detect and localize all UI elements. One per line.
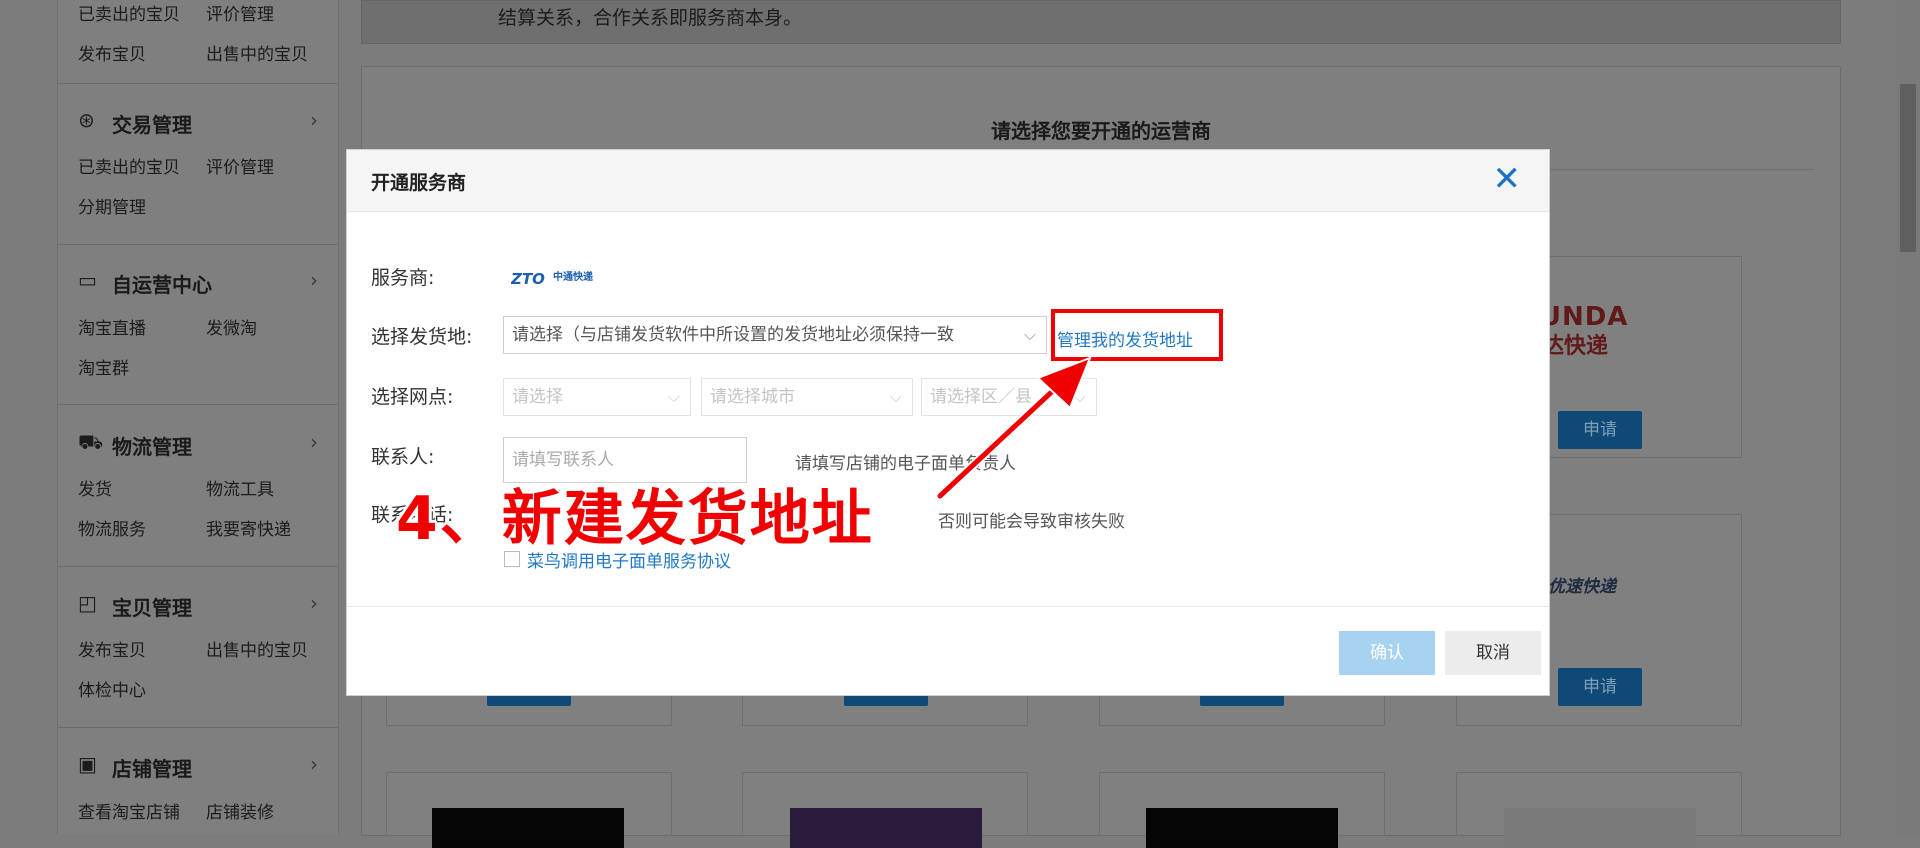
bag-icon: ◰ xyxy=(78,591,97,615)
chevron-right-icon: › xyxy=(310,108,318,132)
sidebar-link[interactable]: 评价管理 xyxy=(206,0,274,25)
chat-bubble-icon: ▭ xyxy=(78,268,97,292)
sidebar-section-title: 自运营中心 xyxy=(112,273,212,297)
sidebar-link[interactable]: 发布宝贝 xyxy=(78,636,146,661)
sidebar-section-title: 交易管理 xyxy=(112,113,192,137)
yousu-logo: 优速快递 xyxy=(1548,577,1616,597)
yen-circle-icon: ⊛ xyxy=(78,108,95,132)
sidebar-link[interactable]: 出售中的宝贝 xyxy=(206,636,308,661)
sidebar-divider xyxy=(58,244,338,245)
ship-from-select-value: 请选择（与店铺发货软件中所设置的发货地址必须保持一致 xyxy=(512,325,954,345)
close-icon[interactable]: ✕ xyxy=(1493,160,1522,198)
panel-title: 请选择您要开通的运营商 xyxy=(991,119,1211,143)
sidebar: 已卖出的宝贝 评价管理 发布宝贝 出售中的宝贝 ⊛ 交易管理 › 已卖出的宝贝 … xyxy=(57,0,339,834)
sidebar-section-logistics[interactable]: ⛟ 物流管理 › xyxy=(78,430,318,459)
carrier-logo xyxy=(1504,808,1696,848)
scrollbar[interactable] xyxy=(1896,0,1920,834)
phone-hint: 否则可能会导致审核失败 xyxy=(938,512,1125,532)
manage-address-link[interactable]: 管理我的发货地址 xyxy=(1057,326,1193,351)
cancel-button[interactable]: 取消 xyxy=(1445,631,1541,675)
apply-button[interactable]: 申请 xyxy=(1558,411,1642,449)
city-select[interactable]: 请选择城市 ⌵ xyxy=(701,378,913,416)
sidebar-section-title: 店铺管理 xyxy=(112,757,192,781)
sidebar-section-self-operation[interactable]: ▭ 自运营中心 › xyxy=(78,268,318,297)
sidebar-link[interactable]: 已卖出的宝贝 xyxy=(78,0,180,25)
chevron-right-icon: › xyxy=(310,752,318,776)
chevron-down-icon: ⌵ xyxy=(1023,325,1036,344)
chevron-down-icon: ⌵ xyxy=(667,387,680,406)
sidebar-link[interactable]: 出售中的宝贝 xyxy=(206,40,308,65)
chevron-down-icon: ⌵ xyxy=(889,387,902,406)
dialog-footer-divider xyxy=(347,606,1549,607)
annotation-arrow-icon xyxy=(935,356,1092,501)
sidebar-link[interactable]: 淘宝群 xyxy=(78,354,129,379)
carrier-logo xyxy=(432,808,624,848)
ship-from-label: 选择发货地: xyxy=(371,326,473,348)
branch-label: 选择网点: xyxy=(371,386,454,408)
sidebar-link[interactable]: 发微淘 xyxy=(206,314,257,339)
sidebar-divider xyxy=(58,83,338,84)
province-select-value: 请选择 xyxy=(512,387,563,407)
top-notice-text: 结算关系，合作关系即服务商本身。 xyxy=(498,7,803,29)
sidebar-link[interactable]: 物流服务 xyxy=(78,515,146,540)
zto-logo: ZTO 中通快递 xyxy=(511,270,593,288)
sidebar-section-items[interactable]: ◰ 宝贝管理 › xyxy=(78,591,318,620)
sidebar-link[interactable]: 发布宝贝 xyxy=(78,40,146,65)
sidebar-link[interactable]: 物流工具 xyxy=(206,475,274,500)
dialog-title: 开通服务商 xyxy=(371,172,467,194)
city-select-value: 请选择城市 xyxy=(710,387,795,407)
shop-icon: ▣ xyxy=(78,752,97,776)
truck-icon: ⛟ xyxy=(78,430,104,454)
chevron-right-icon: › xyxy=(310,430,318,454)
provider-label: 服务商: xyxy=(371,267,435,289)
sidebar-link[interactable]: 淘宝直播 xyxy=(78,314,146,339)
svg-text:ZTO: ZTO xyxy=(511,270,545,288)
sidebar-link[interactable]: 已卖出的宝贝 xyxy=(78,153,180,178)
sidebar-link[interactable]: 体检中心 xyxy=(78,676,146,701)
sidebar-link[interactable]: 店铺装修 xyxy=(206,798,274,823)
apply-button[interactable]: 申请 xyxy=(1558,668,1642,706)
top-notice: 结算关系，合作关系即服务商本身。 xyxy=(361,0,1841,44)
scrollbar-thumb[interactable] xyxy=(1900,84,1916,252)
sidebar-link[interactable]: 分期管理 xyxy=(78,193,146,218)
tutorial-annotation: 4、新建发货地址 xyxy=(396,484,874,554)
contact-label: 联系人: xyxy=(371,446,435,468)
province-select[interactable]: 请选择 ⌵ xyxy=(503,378,691,416)
sidebar-link[interactable]: 发货 xyxy=(78,475,112,500)
confirm-button[interactable]: 确认 xyxy=(1339,631,1435,675)
svg-text:中通快递: 中通快递 xyxy=(553,270,593,283)
ship-from-select[interactable]: 请选择（与店铺发货软件中所设置的发货地址必须保持一致 ⌵ xyxy=(503,316,1047,354)
sidebar-divider xyxy=(58,404,338,405)
sidebar-link[interactable]: 评价管理 xyxy=(206,153,274,178)
carrier-logo xyxy=(1146,808,1338,848)
sidebar-section-trade[interactable]: ⊛ 交易管理 › xyxy=(78,108,318,137)
dialog-header: 开通服务商 ✕ xyxy=(347,150,1549,212)
carrier-logo xyxy=(790,808,982,848)
sidebar-section-title: 物流管理 xyxy=(112,435,192,459)
chevron-right-icon: › xyxy=(310,591,318,615)
sidebar-link[interactable]: 查看淘宝店铺 xyxy=(78,798,180,823)
sidebar-divider xyxy=(58,566,338,567)
sidebar-link[interactable]: 我要寄快递 xyxy=(206,515,291,540)
sidebar-divider xyxy=(58,727,338,728)
sidebar-section-shop[interactable]: ▣ 店铺管理 › xyxy=(78,752,318,781)
sidebar-section-title: 宝贝管理 xyxy=(112,596,192,620)
chevron-right-icon: › xyxy=(310,268,318,292)
